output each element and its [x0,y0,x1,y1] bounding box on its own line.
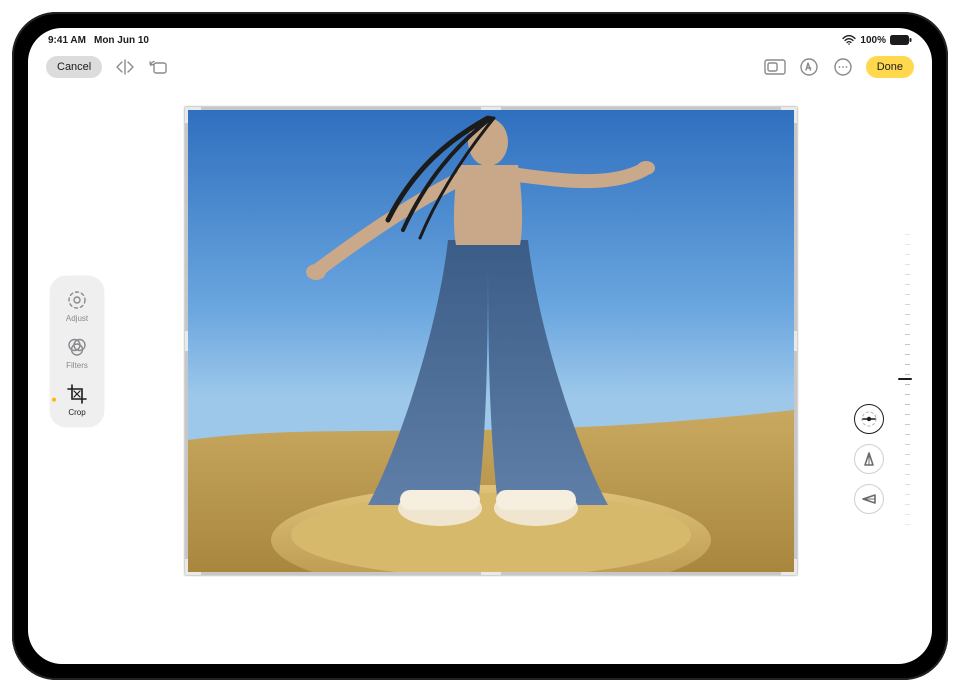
slider-tick [905,504,910,505]
slider-tick [905,434,910,435]
slider-tick [905,484,910,485]
crop-handle-bottom-left[interactable] [185,555,205,575]
flip-horizontal-icon[interactable] [114,56,136,78]
slider-tick [905,324,910,325]
slider-tick [905,234,910,235]
horizontal-perspective-button[interactable] [854,484,884,514]
more-options-icon[interactable] [832,56,854,78]
battery-icon [890,35,912,45]
slider-tick [905,514,910,515]
crop-handle-left[interactable] [185,331,205,351]
slider-tick [905,264,910,265]
crop-handle-top-right[interactable] [777,107,797,127]
toolbar: Cancel [28,50,932,84]
screen: 9:41 AM Mon Jun 10 100% [28,28,932,664]
straighten-button[interactable] [854,404,884,434]
done-button[interactable]: Done [866,56,914,78]
ipad-frame: 9:41 AM Mon Jun 10 100% [12,12,948,680]
mode-crop-label: Crop [68,408,85,417]
crop-handle-right[interactable] [777,331,797,351]
slider-tick [905,384,910,385]
crop-handle-top-left[interactable] [185,107,205,127]
slider-tick [905,414,910,415]
status-time: 9:41 AM [48,35,86,46]
crop-handle-top[interactable] [481,107,501,127]
slider-tick [905,274,910,275]
battery-percent: 100% [860,35,886,46]
aspect-ratio-icon[interactable] [764,56,786,78]
slider-tick [905,344,910,345]
slider-tick [905,404,910,405]
rotate-cluster [854,234,910,524]
adjust-icon [65,288,89,312]
crop-handle-bottom-right[interactable] [777,555,797,575]
slider-tick [905,444,910,445]
photo-preview[interactable] [188,110,794,572]
mode-crop[interactable]: Crop [54,382,100,417]
crop-handle-bottom[interactable] [481,555,501,575]
slider-tick [905,354,910,355]
slider-tick [905,254,910,255]
markup-icon[interactable] [798,56,820,78]
status-date: Mon Jun 10 [94,35,149,46]
slider-tick [905,304,910,305]
slider-tick [905,394,910,395]
slider-tick [905,424,910,425]
slider-tick [905,244,910,245]
slider-tick [905,314,910,315]
mode-adjust[interactable]: Adjust [54,288,100,323]
straighten-slider[interactable] [894,234,910,524]
slider-tick [905,464,910,465]
slider-tick [905,524,910,525]
rotate-icon[interactable] [148,56,170,78]
slider-tick [905,334,910,335]
cancel-button[interactable]: Cancel [46,56,102,78]
slider-tick [905,454,910,455]
slider-tick [905,284,910,285]
slider-tick [905,294,910,295]
status-bar: 9:41 AM Mon Jun 10 100% [28,28,932,50]
mode-adjust-label: Adjust [66,314,88,323]
slider-tick [905,474,910,475]
mode-panel: Adjust Filters [50,276,104,427]
mode-filters[interactable]: Filters [54,335,100,370]
crop-stage[interactable] [188,110,794,572]
slider-tick [905,364,910,365]
wifi-icon [842,35,856,45]
vertical-perspective-button[interactable] [854,444,884,474]
slider-center-icon [898,378,912,380]
filters-icon [65,335,89,359]
edit-area: Adjust Filters [28,84,932,646]
slider-tick [905,494,910,495]
crop-icon [65,382,89,406]
slider-tick [905,374,910,375]
mode-filters-label: Filters [66,361,88,370]
